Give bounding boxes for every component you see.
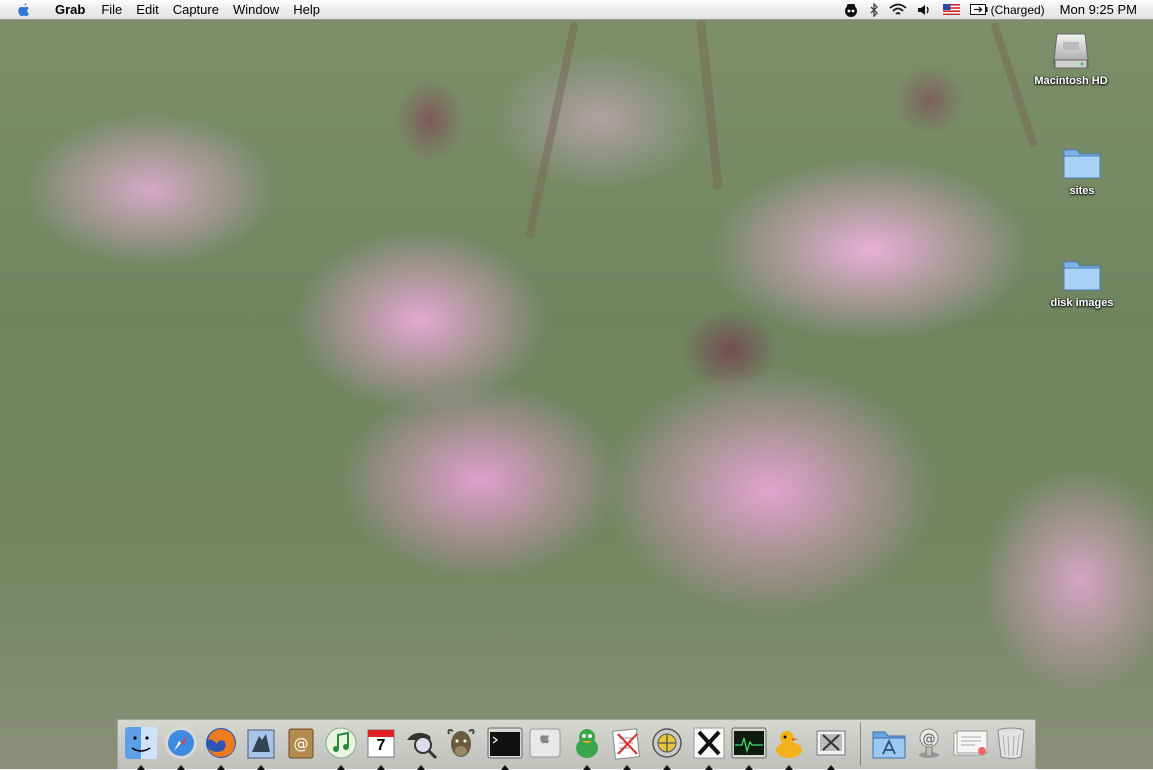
dock-item-address-book[interactable]: @ <box>282 723 320 763</box>
desktop[interactable]: Macintosh HD sites disk images <box>0 20 1153 769</box>
activity-monitor-icon <box>731 727 767 759</box>
dock-item-apple-system[interactable] <box>526 723 564 763</box>
dock-item-textedit[interactable] <box>608 723 646 770</box>
gnu-icon <box>447 729 475 757</box>
dock-item-grab[interactable] <box>812 723 850 770</box>
desktop-icon-sites[interactable]: sites <box>1027 142 1137 197</box>
dock-item-trash[interactable] <box>992 723 1030 763</box>
running-indicator <box>705 765 713 770</box>
running-indicator <box>257 765 265 770</box>
running-indicator <box>745 765 753 770</box>
network-utility-icon <box>652 728 682 758</box>
spy-icon[interactable] <box>838 0 864 20</box>
menu-clock[interactable]: Mon 9:25 PM <box>1050 2 1153 17</box>
folder-icon <box>1063 149 1101 179</box>
grab-icon <box>816 730 846 756</box>
apple-system-icon <box>529 728 561 758</box>
us-flag-icon[interactable] <box>938 0 965 20</box>
ical-day: 7 <box>376 737 386 754</box>
dock-item-applications-folder[interactable] <box>870 723 908 763</box>
dock-item-ical[interactable]: 7 <box>362 723 400 770</box>
applications-folder-icon <box>872 731 906 759</box>
dock-item-adium[interactable] <box>568 723 606 770</box>
battery-status-text: (Charged) <box>990 2 1045 17</box>
itunes-icon <box>325 727 357 759</box>
desktop-icon-label: disk images <box>1050 297 1114 309</box>
dock-item-finder[interactable] <box>122 723 160 770</box>
dock-item-gnu[interactable] <box>442 723 480 763</box>
bluetooth-icon[interactable] <box>864 0 884 20</box>
dock-item-safari[interactable] <box>162 723 200 770</box>
dock-separator <box>860 722 861 766</box>
adium-duck-icon <box>576 729 598 758</box>
finder-icon <box>125 727 157 759</box>
running-indicator <box>377 765 385 770</box>
address-book-icon: @ <box>288 728 314 759</box>
dock-item-firefox[interactable] <box>202 723 240 770</box>
running-indicator <box>177 765 185 770</box>
menu-bar: Grab File Edit Capture Window Help (Char… <box>0 0 1153 20</box>
dock-item-activity-monitor[interactable] <box>730 723 768 770</box>
desktop-icon-label: sites <box>1069 185 1095 197</box>
desktop-icon-disk-images[interactable]: disk images <box>1027 254 1137 309</box>
running-indicator <box>137 765 145 770</box>
running-indicator <box>417 765 425 770</box>
menu-app-grab[interactable]: Grab <box>42 0 94 20</box>
menu-file[interactable]: File <box>94 0 129 20</box>
dock-item-x11[interactable] <box>690 723 728 770</box>
running-indicator <box>337 765 345 770</box>
menu-capture[interactable]: Capture <box>166 0 226 20</box>
dock-item-internet-location[interactable]: @ <box>910 723 948 763</box>
x11-icon <box>693 727 725 759</box>
running-indicator <box>827 765 835 770</box>
hard-drive-icon <box>1053 33 1089 69</box>
menu-window[interactable]: Window <box>226 0 286 20</box>
document-stack-icon <box>953 730 988 756</box>
trash-icon <box>997 727 1025 759</box>
running-indicator <box>583 765 591 770</box>
svg-text:@: @ <box>923 732 936 747</box>
terminal-icon <box>487 727 523 759</box>
desktop-icon-label: Macintosh HD <box>1034 75 1108 87</box>
menu-help[interactable]: Help <box>286 0 327 20</box>
dock-item-cyberduck[interactable] <box>770 723 808 770</box>
dock-item-network-utility[interactable] <box>648 723 686 770</box>
dock-item-terminal[interactable] <box>486 723 524 770</box>
running-indicator <box>785 765 793 770</box>
cyberduck-icon <box>776 731 802 758</box>
mail-icon <box>247 729 275 759</box>
battery-icon[interactable]: (Charged) <box>965 0 1050 20</box>
textedit-icon <box>612 728 640 760</box>
running-indicator <box>217 765 225 770</box>
spotlight-magnifier-icon <box>407 732 438 760</box>
apple-menu-icon[interactable] <box>16 2 32 18</box>
desktop-icon-macintosh-hd[interactable]: Macintosh HD <box>1016 30 1126 87</box>
internet-location-icon: @ <box>919 728 939 758</box>
volume-icon[interactable] <box>912 0 938 20</box>
dock-item-document-stack[interactable] <box>952 723 990 763</box>
running-indicator <box>501 765 509 770</box>
dock-item-itunes[interactable] <box>322 723 360 770</box>
safari-icon <box>165 727 197 759</box>
folder-icon <box>1063 261 1101 291</box>
running-indicator <box>623 765 631 770</box>
dock-item-mail[interactable] <box>242 723 280 770</box>
dock: @ 7 @ <box>117 719 1036 770</box>
menu-edit[interactable]: Edit <box>129 0 165 20</box>
running-indicator <box>663 765 671 770</box>
dock-item-magnifier[interactable] <box>402 723 440 770</box>
firefox-icon <box>206 728 236 758</box>
svg-text:@: @ <box>294 735 309 753</box>
wifi-icon[interactable] <box>884 0 912 20</box>
